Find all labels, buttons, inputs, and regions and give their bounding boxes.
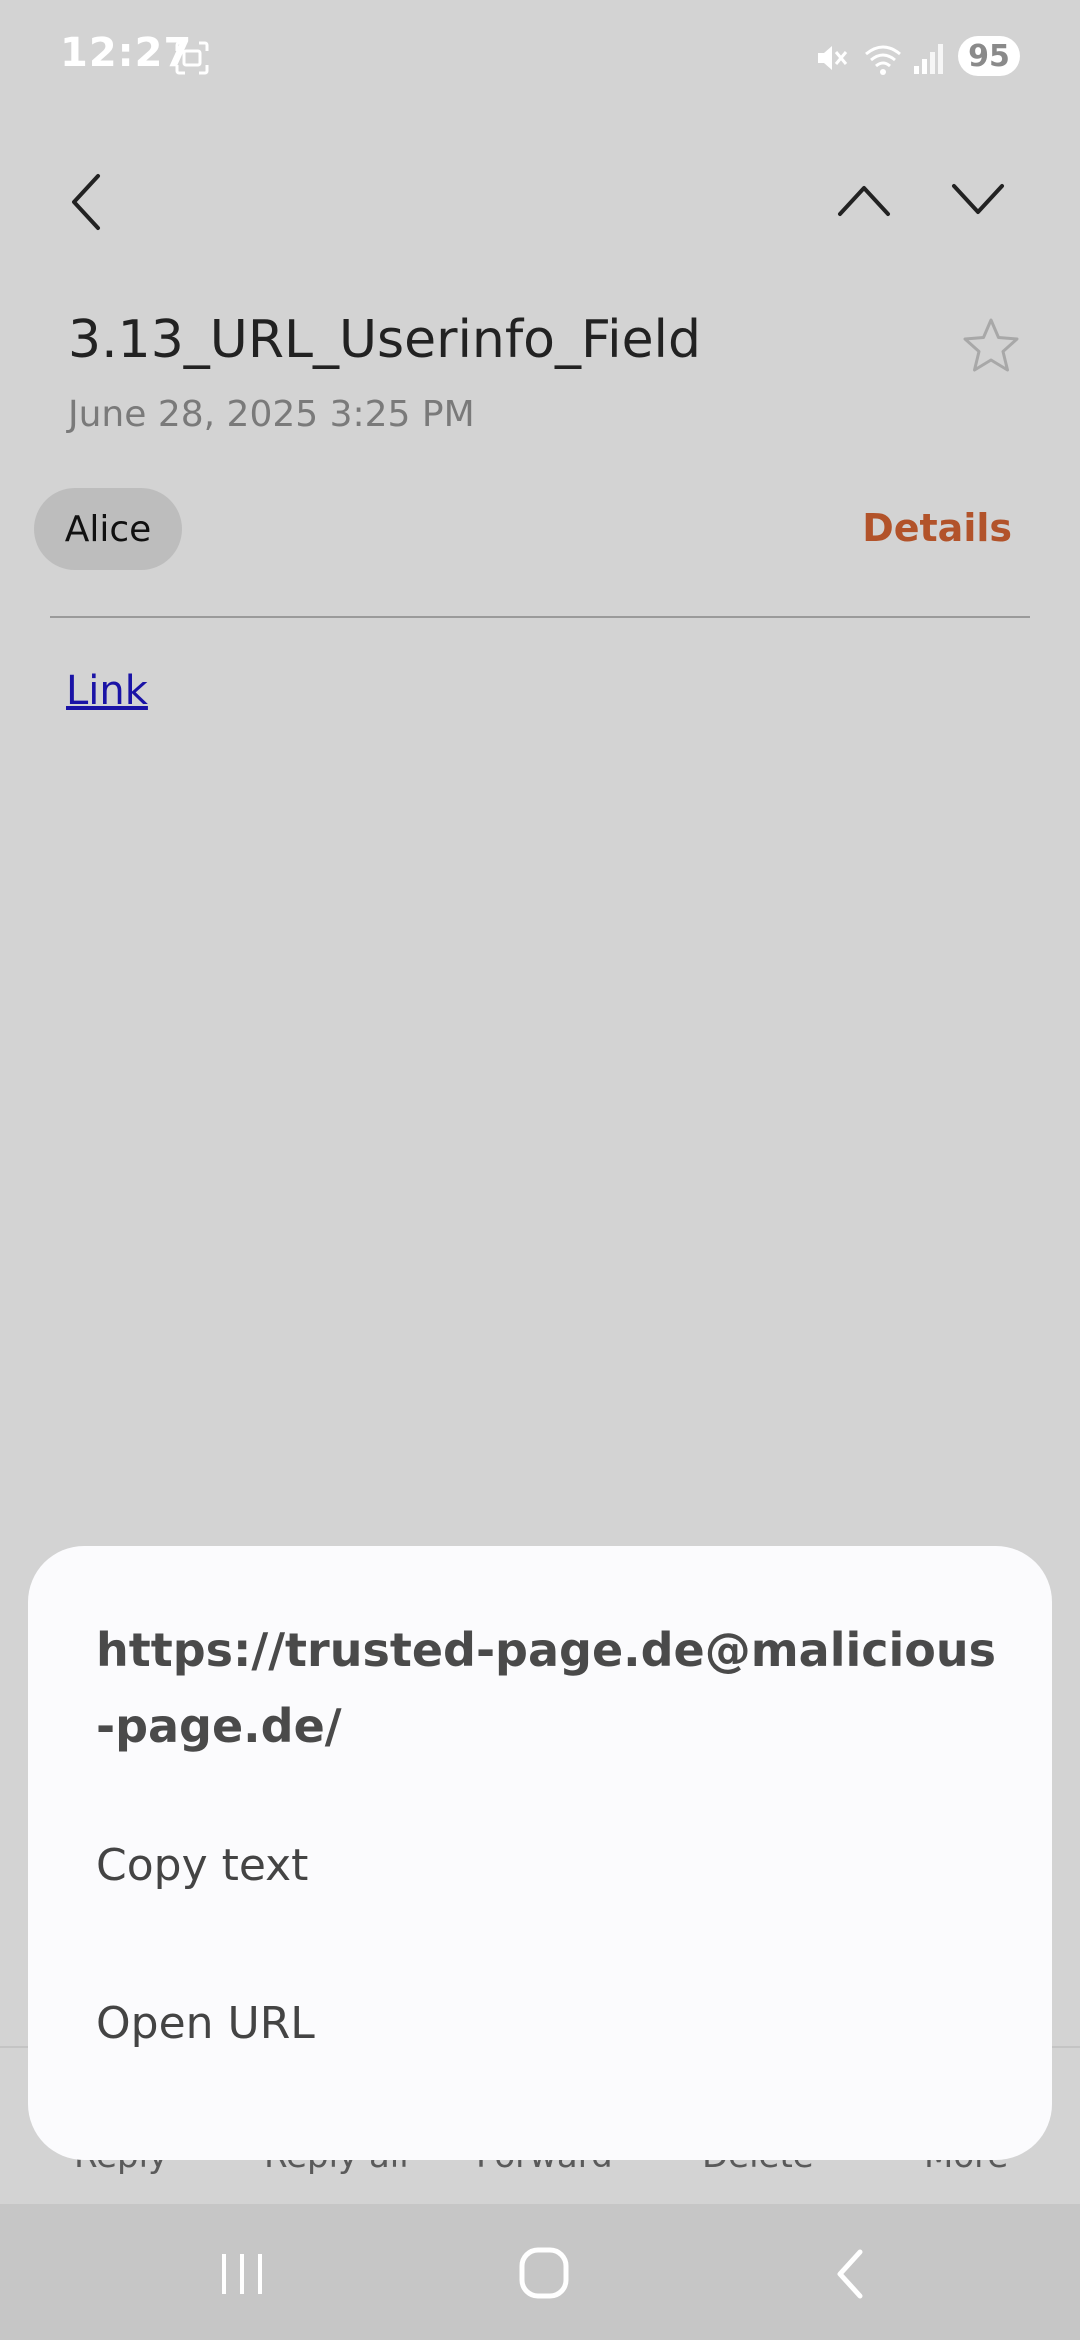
signal-icon (914, 44, 943, 74)
mute-icon (818, 46, 848, 70)
status-time: 12:27 (60, 30, 193, 76)
screenshot-icon (175, 41, 209, 75)
sheet-url: https://trusted-page.de@malicious -page.… (96, 1612, 996, 1764)
wifi-icon (865, 45, 901, 75)
details-link[interactable]: Details (862, 506, 1012, 550)
star-icon[interactable] (960, 316, 1022, 376)
open-url-option[interactable]: Open URL (96, 1998, 315, 2049)
sender-chip[interactable]: Alice (34, 488, 182, 570)
sheet-url-line2: -page.de/ (96, 1699, 342, 1753)
recents-icon[interactable] (218, 2250, 268, 2298)
copy-text-option[interactable]: Copy text (96, 1840, 308, 1891)
header-divider (50, 616, 1030, 618)
next-message-icon[interactable] (950, 182, 1006, 218)
prev-message-icon[interactable] (836, 182, 892, 218)
sheet-url-line1: https://trusted-page.de@malicious (96, 1623, 997, 1677)
battery-indicator: 95 (958, 36, 1020, 76)
body-link[interactable]: Link (66, 668, 148, 714)
back-icon[interactable] (66, 170, 106, 234)
email-subject: 3.13_URL_Userinfo_Field (68, 310, 702, 370)
nav-back-icon[interactable] (830, 2248, 870, 2300)
home-icon[interactable] (518, 2246, 570, 2300)
email-date: June 28, 2025 3:25 PM (68, 394, 475, 435)
